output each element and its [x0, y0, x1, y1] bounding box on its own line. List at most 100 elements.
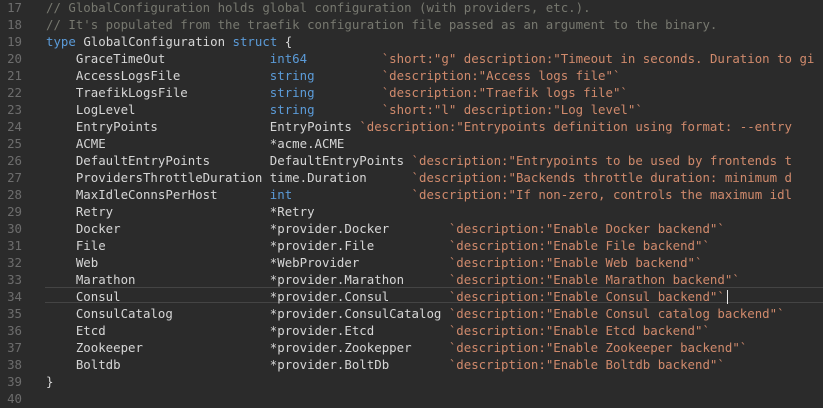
code-token: string	[269, 68, 315, 83]
line-number: 18	[7, 17, 22, 32]
code-line[interactable]: 17 // GlobalConfiguration holds global co…	[0, 0, 823, 16]
code-line[interactable]: 32 Web *WebProvider `description:"Enable…	[0, 254, 823, 271]
line-code: DefaultEntryPoints DefaultEntryPoints `d…	[46, 152, 792, 169]
code-token: AccessLogsFile	[46, 68, 270, 83]
code-token: Consul *provider.Consul	[46, 289, 449, 304]
code-token: Boltdb *provider.BoltDb	[46, 357, 449, 372]
code-token: `description:"Enable Docker backend"`	[448, 221, 725, 236]
line-number: 24	[7, 119, 22, 134]
code-line[interactable]: 22 TraefikLogsFile string `description:"…	[0, 84, 823, 101]
code-editor[interactable]: 17 // GlobalConfiguration holds global co…	[0, 0, 823, 408]
line-code: Etcd *provider.Etcd `description:"Enable…	[46, 322, 710, 339]
code-token: // It's populated from the traefik confi…	[46, 17, 718, 32]
code-line[interactable]: 37 Zookeeper *provider.Zookepper `descri…	[0, 339, 823, 356]
code-token: `description:"Enable Web backend"`	[448, 255, 703, 270]
code-line[interactable]: 25 ACME *acme.ACME	[0, 135, 823, 152]
code-token: Retry *Retry	[46, 204, 315, 219]
code-token: {	[277, 34, 293, 49]
code-token: Zookeeper *provider.Zookepper	[46, 340, 449, 355]
line-code: // GlobalConfiguration holds global conf…	[46, 0, 591, 16]
code-line[interactable]: 31 File *provider.File `description:"Ena…	[0, 237, 823, 254]
line-number: 32	[7, 255, 22, 270]
code-token: `short:"g" description:"Timeout in secon…	[381, 51, 815, 66]
line-number: 38	[7, 357, 22, 372]
line-code: EntryPoints EntryPoints `description:"En…	[46, 118, 792, 135]
code-line[interactable]: 24 EntryPoints EntryPoints `description:…	[0, 118, 823, 135]
code-token: struct	[232, 34, 278, 49]
code-token: ConsulCatalog *provider.ConsulCatalog	[46, 306, 449, 321]
line-number: 33	[7, 272, 22, 287]
line-number: 30	[7, 221, 22, 236]
line-number: 29	[7, 204, 22, 219]
line-number: 21	[7, 68, 22, 83]
line-code: GraceTimeOut int64 `short:"g" descriptio…	[46, 50, 815, 67]
line-number: 37	[7, 340, 22, 355]
code-token: MaxIdleConnsPerHost	[46, 187, 270, 202]
code-token: `description:"Enable Etcd backend"`	[448, 323, 710, 338]
line-code: AccessLogsFile string `description:"Acce…	[46, 67, 621, 84]
code-line[interactable]: 26 DefaultEntryPoints DefaultEntryPoints…	[0, 152, 823, 169]
code-token: ProvidersThrottleDuration time.Duration	[46, 170, 412, 185]
code-token: `description:"Access logs file"`	[381, 68, 621, 83]
code-line[interactable]: 33 Marathon *provider.Marathon `descript…	[0, 271, 823, 288]
line-number: 17	[7, 0, 22, 15]
code-token: int64	[269, 51, 308, 66]
line-code: File *provider.File `description:"Enable…	[46, 237, 710, 254]
code-line[interactable]: 19 type GlobalConfiguration struct {	[0, 33, 823, 50]
code-line[interactable]: 18 // It's populated from the traefik con…	[0, 16, 823, 33]
line-code: Marathon *provider.Marathon `description…	[46, 271, 740, 288]
line-code: Boltdb *provider.BoltDb `description:"En…	[46, 356, 725, 373]
line-number: 36	[7, 323, 22, 338]
code-token: `description:"If non-zero, controls the …	[411, 187, 792, 202]
line-number: 28	[7, 187, 22, 202]
text-caret	[726, 290, 729, 304]
code-token: `short:"l" description:"Log level"`	[381, 102, 643, 117]
code-token: type	[46, 34, 84, 49]
code-token: Docker *provider.Docker	[46, 221, 449, 236]
line-code: Retry *Retry	[46, 203, 315, 220]
line-code: // It's populated from the traefik confi…	[46, 16, 717, 33]
code-token: `description:"Traefik logs file"`	[381, 85, 628, 100]
code-line[interactable]: 29 Retry *Retry	[0, 203, 823, 220]
code-token: Marathon *provider.Marathon	[46, 272, 449, 287]
code-line[interactable]: 23 LogLevel string `short:"l" descriptio…	[0, 101, 823, 118]
code-line[interactable]: 38 Boltdb *provider.BoltDb `description:…	[0, 356, 823, 373]
code-line[interactable]: 36 Etcd *provider.Etcd `description:"Ena…	[0, 322, 823, 339]
code-token: `description:"Entrypoints definition usi…	[359, 119, 792, 134]
code-token: Etcd *provider.Etcd	[46, 323, 449, 338]
line-code: Zookeeper *provider.Zookepper `descripti…	[46, 339, 747, 356]
code-token: string	[269, 85, 315, 100]
code-token: string	[269, 102, 315, 117]
line-number: 39	[7, 374, 22, 389]
line-code: TraefikLogsFile string `description:"Tra…	[46, 84, 628, 101]
code-token: `description:"Entrypoints to be used by …	[411, 153, 792, 168]
code-line[interactable]: 40	[0, 390, 823, 407]
code-line[interactable]: 39}	[0, 373, 823, 390]
line-number: 23	[7, 102, 22, 117]
code-line[interactable]: 35 ConsulCatalog *provider.ConsulCatalog…	[0, 305, 823, 322]
code-line[interactable]: 21 AccessLogsFile string `description:"A…	[0, 67, 823, 84]
code-line[interactable]: 34 Consul *provider.Consul `description:…	[0, 288, 823, 305]
line-number: 26	[7, 153, 22, 168]
line-number: 35	[7, 306, 22, 321]
line-code: LogLevel string `short:"l" description:"…	[46, 101, 643, 118]
line-number: 20	[7, 51, 22, 66]
code-line[interactable]: 28 MaxIdleConnsPerHost int `description:…	[0, 186, 823, 203]
code-token: EntryPoints EntryPoints	[46, 119, 360, 134]
line-code: MaxIdleConnsPerHost int `description:"If…	[46, 186, 792, 203]
code-token: GraceTimeOut	[46, 51, 270, 66]
code-token: `description:"Enable Boltdb backend"`	[448, 357, 725, 372]
code-token: `description:"Enable Consul backend"`	[448, 289, 725, 304]
code-token: // GlobalConfiguration holds global conf…	[46, 0, 591, 15]
line-number: 25	[7, 136, 22, 151]
code-line[interactable]: 20 GraceTimeOut int64 `short:"g" descrip…	[0, 50, 823, 67]
line-number: 31	[7, 238, 22, 253]
code-line[interactable]: 27 ProvidersThrottleDuration time.Durati…	[0, 169, 823, 186]
code-token: `description:"Enable Marathon backend"`	[448, 272, 740, 287]
code-token: ACME *acme.ACME	[46, 136, 345, 151]
line-number: 27	[7, 170, 22, 185]
code-line[interactable]: 30 Docker *provider.Docker `description:…	[0, 220, 823, 237]
